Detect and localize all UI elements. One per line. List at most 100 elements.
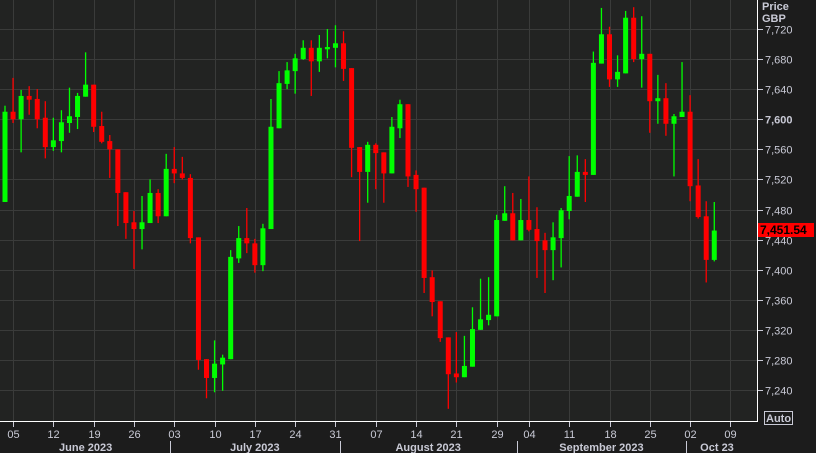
candle-body [526,220,532,230]
y-tick-label: 7,520 [765,175,793,187]
y-tick-label: 7,680 [765,55,793,67]
candle-body [195,237,201,360]
candle-body [590,62,596,175]
candle-body [469,329,475,367]
x-tick-label: 07 [370,429,382,441]
x-tick-label: 04 [523,429,535,441]
month-label: Oct 23 [700,442,734,453]
x-tick-label: 10 [209,429,221,441]
candle-body [42,117,48,148]
candle-body [212,363,218,378]
candle-body [631,17,637,60]
candle-body [550,237,556,251]
candle-up [590,51,596,175]
candle-body [99,126,105,142]
month-label: July 2023 [230,442,280,453]
candle-body [284,70,290,84]
candle-body [58,122,64,142]
candle-body [711,230,717,260]
candle-up [260,223,266,272]
y-tick-label: 7,440 [765,236,793,248]
candle-body [131,222,137,230]
y-tick-label: 7,640 [765,85,793,97]
y-tick-label: 7,360 [765,296,793,308]
candle-body [687,111,693,187]
candle-body [34,98,40,120]
candle-body [494,220,500,317]
x-tick-label: 05 [7,429,19,441]
candle-body [381,152,387,174]
auto-scale-button[interactable]: Auto [764,411,793,426]
candle-body [107,141,113,150]
candle-up [2,105,8,202]
candle-body [679,111,685,117]
y-tick-label: 7,480 [765,206,793,218]
candle-body [421,187,427,278]
candle-down [437,301,443,342]
month-label: June 2023 [59,442,112,453]
candle-body [50,140,56,148]
candle-body [574,171,580,197]
x-tick-label: 26 [128,429,140,441]
candle-body [453,373,459,378]
x-tick-label: 19 [88,429,100,441]
x-tick-label: 03 [168,429,180,441]
x-tick-label: 31 [329,429,341,441]
candle-body [703,216,709,260]
candle-body [155,192,161,217]
y-tick-label: 7,400 [765,266,793,278]
candle-body [300,47,306,60]
candle-body [534,229,540,242]
candle-body [478,319,484,330]
candle-body [324,47,330,50]
candle-body [139,222,145,230]
candle-body [413,174,419,190]
candle-body [445,337,451,375]
candle-body [542,240,548,251]
candle-body [316,47,322,62]
candle-down [405,104,411,187]
candle-body [623,17,629,74]
x-tick-label: 11 [564,429,575,441]
candle-body [308,47,314,62]
candle-body [671,116,677,124]
candle-down [91,84,97,133]
candle-body [10,111,16,120]
candle-body [115,149,121,193]
auto-scale-label[interactable]: Auto [766,413,791,425]
candle-body [83,84,89,97]
candle-body [341,43,347,69]
y-tick-label: 7,280 [765,356,793,368]
candle-body [236,238,242,259]
x-tick-label: 17 [249,429,261,441]
candle-body [349,68,355,148]
month-label: August 2023 [395,442,460,453]
y-tick-label: 7,720 [765,25,793,37]
candle-body [147,192,153,224]
candle-body [566,195,572,212]
x-tick-label: 12 [47,429,59,441]
candle-up [494,214,500,317]
candle-body [663,98,669,124]
candle-body [26,95,32,100]
x-tick-label: 25 [644,429,656,441]
candle-body [75,95,81,117]
month-label: September 2023 [559,442,643,453]
candle-body [276,83,282,129]
x-tick-label: 21 [450,429,462,441]
candle-body [598,34,604,64]
candle-body [179,173,185,178]
candle-body [397,104,403,129]
last-price-label: 7,451.54 [758,223,814,237]
candle-up [623,10,629,74]
candle-body [486,314,492,321]
candle-body [171,168,177,174]
y-tick-label: 7,320 [765,326,793,338]
candle-body [365,144,371,172]
candle-body [373,144,379,154]
price-axis-title: Price [762,1,789,13]
candle-body [655,98,661,102]
candle-body [437,301,443,339]
candle-body [244,238,250,244]
candle-body [518,220,524,241]
